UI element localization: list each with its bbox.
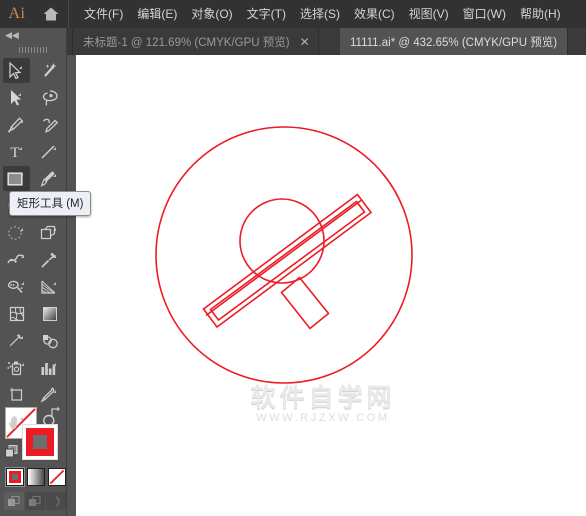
- bar-inner-path: [209, 200, 366, 322]
- close-icon[interactable]: ✕: [300, 36, 310, 48]
- column-graph-tool[interactable]: [33, 354, 66, 381]
- menu-window[interactable]: 窗口(W): [456, 0, 513, 28]
- mesh-tool[interactable]: [0, 300, 33, 327]
- menu-effect[interactable]: 效果(C): [347, 0, 402, 28]
- width-tool[interactable]: [0, 246, 33, 273]
- home-icon[interactable]: [34, 0, 68, 28]
- tool-flyout-indicator: [53, 390, 56, 393]
- paintbrush-tool[interactable]: [33, 165, 66, 192]
- none-slash-icon: [49, 469, 65, 485]
- perspective-grid-tool[interactable]: [33, 273, 66, 300]
- menu-type[interactable]: 文字(T): [240, 0, 293, 28]
- menu-divider: [68, 0, 69, 28]
- artwork-vector: [155, 126, 413, 384]
- tool-flyout-indicator: [53, 282, 56, 285]
- tool-flyout-indicator: [20, 282, 24, 285]
- tool-flyout-indicator: [20, 336, 23, 339]
- default-fill-stroke-icon[interactable]: [5, 445, 18, 458]
- draw-behind-button[interactable]: [25, 492, 45, 510]
- line-segment-tool[interactable]: [33, 138, 66, 165]
- tool-grid: T: [0, 57, 66, 435]
- tool-flyout-indicator: [20, 174, 23, 177]
- paint-mode-bar: [5, 467, 66, 487]
- color-mode-button[interactable]: [5, 467, 25, 487]
- menu-item-list: 文件(F) 编辑(E) 对象(O) 文字(T) 选择(S) 效果(C) 视图(V…: [77, 0, 568, 28]
- tool-flyout-indicator: [20, 417, 23, 420]
- document-tab-bar: 未标题-1 @ 121.69% (CMYK/GPU 预览) ✕ 11111.ai…: [0, 28, 586, 55]
- magnifier-lens-path: [239, 198, 325, 284]
- rotate-tool[interactable]: [0, 219, 33, 246]
- menu-bar: Ai 文件(F) 编辑(E) 对象(O) 文字(T) 选择(S) 效果(C) 视…: [0, 0, 586, 28]
- bar-center-line-path: [205, 199, 362, 317]
- stroke-color-swatch[interactable]: [22, 424, 58, 460]
- document-tab-11111[interactable]: 11111.ai* @ 432.65% (CMYK/GPU 预览): [340, 28, 569, 55]
- tab-title: 11111.ai* @ 432.65% (CMYK/GPU 预览): [350, 36, 558, 49]
- magnifier-handle-path: [280, 276, 330, 330]
- selection-tool[interactable]: [0, 57, 33, 84]
- illustrator-window: Ai 文件(F) 编辑(E) 对象(O) 文字(T) 选择(S) 效果(C) 视…: [0, 0, 586, 516]
- draw-inside-button[interactable]: [46, 492, 66, 510]
- tool-flyout-indicator: [20, 228, 23, 231]
- menu-select[interactable]: 选择(S): [293, 0, 347, 28]
- tool-flyout-indicator: [18, 93, 21, 96]
- blob-brush-tool[interactable]: [0, 273, 33, 300]
- draw-normal-button[interactable]: [4, 492, 24, 510]
- puppet-warp-tool[interactable]: [33, 246, 66, 273]
- tool-flyout-indicator: [20, 363, 24, 366]
- magic-wand-tool[interactable]: [33, 57, 66, 84]
- tool-flyout-indicator: [53, 174, 56, 177]
- pen-tool[interactable]: [0, 111, 33, 138]
- blend-tool[interactable]: [33, 327, 66, 354]
- rectangle-tool[interactable]: [0, 165, 33, 192]
- lasso-tool[interactable]: [33, 84, 66, 111]
- none-mode-button[interactable]: [48, 468, 66, 486]
- gradient-mode-button[interactable]: [27, 468, 45, 486]
- free-transform-tool[interactable]: [33, 219, 66, 246]
- tool-flyout-indicator: [53, 363, 56, 366]
- collapse-panel-button[interactable]: ◀◀: [0, 28, 66, 42]
- tools-panel: ◀◀ T: [0, 28, 67, 516]
- tool-flyout-indicator: [20, 120, 23, 123]
- tool-flyout-indicator: [53, 147, 56, 150]
- symbol-sprayer-tool[interactable]: [0, 354, 33, 381]
- curvature-tool[interactable]: [33, 111, 66, 138]
- direct-selection-tool[interactable]: [0, 84, 33, 111]
- panel-drag-handle[interactable]: [0, 43, 66, 56]
- tool-flyout-indicator: [19, 66, 22, 69]
- menu-help[interactable]: 帮助(H): [513, 0, 568, 28]
- bar-outer-path: [202, 193, 373, 329]
- type-tool[interactable]: T: [0, 138, 33, 165]
- menu-object[interactable]: 对象(O): [184, 0, 239, 28]
- tool-flyout-indicator: [53, 228, 56, 231]
- menu-view[interactable]: 视图(V): [402, 0, 456, 28]
- app-logo: Ai: [8, 5, 26, 22]
- tab-title: 未标题-1 @ 121.69% (CMYK/GPU 预览): [83, 36, 290, 49]
- gradient-tool[interactable]: [33, 300, 66, 327]
- tool-flyout-indicator: [19, 147, 22, 150]
- draw-mode-bar: [4, 492, 66, 510]
- artboard-canvas[interactable]: 软件自学网 WWW.RJZXW.COM: [76, 55, 586, 516]
- tool-flyout-indicator: [20, 255, 24, 258]
- tool-flyout-indicator: [53, 255, 56, 258]
- menu-edit[interactable]: 编辑(E): [130, 0, 184, 28]
- menu-file[interactable]: 文件(F): [77, 0, 130, 28]
- document-tab-untitled[interactable]: 未标题-1 @ 121.69% (CMYK/GPU 预览) ✕: [72, 28, 319, 55]
- tool-tooltip: 矩形工具 (M): [9, 191, 92, 216]
- eyedropper-tool[interactable]: [0, 327, 33, 354]
